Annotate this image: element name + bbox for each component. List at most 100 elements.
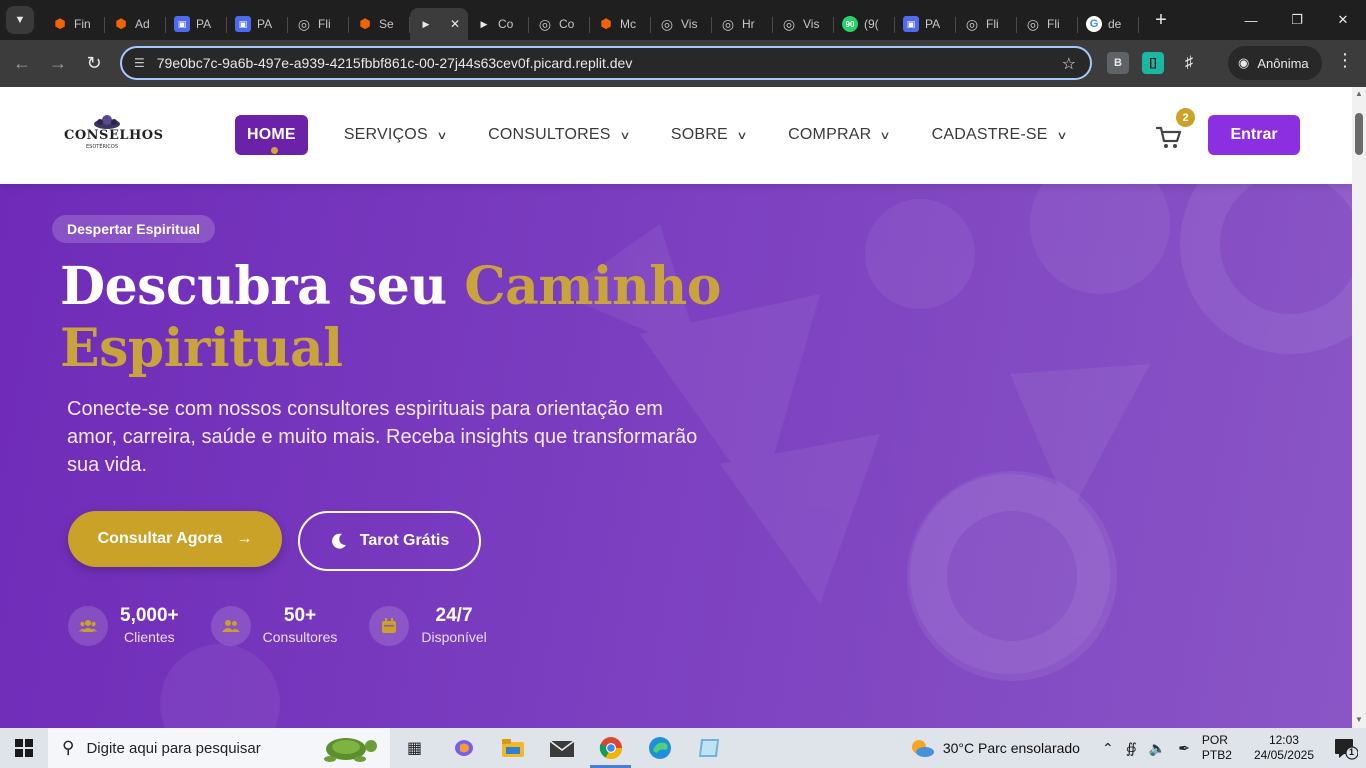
browser-tab[interactable]: ◎ Co <box>529 8 590 40</box>
tab-title: Co <box>559 17 575 31</box>
edge-taskbar-button[interactable] <box>635 728 684 768</box>
arrow-right-icon: → <box>236 530 253 547</box>
browser-tab[interactable]: ▶ ✕ <box>410 8 468 40</box>
site-icon: ▶ <box>422 18 430 29</box>
browser-tab[interactable]: ◎ Hr <box>712 8 773 40</box>
extension-bracket-icon[interactable]: [] <box>1142 52 1164 74</box>
forward-button[interactable]: → <box>40 46 76 82</box>
nav-item-label: CONSULTORES <box>488 126 611 143</box>
tab-title: PA <box>257 17 273 31</box>
mail-app-button[interactable] <box>537 728 586 768</box>
reload-button[interactable]: ↻ <box>76 46 112 82</box>
users-icon <box>68 606 108 646</box>
chrome-taskbar-button[interactable] <box>586 728 635 768</box>
page-scrollbar[interactable]: ▲ ▼ <box>1352 87 1366 728</box>
notification-count: 1 <box>1349 747 1355 757</box>
clock-date: 24/05/2025 <box>1253 748 1314 762</box>
profile-label: Anônima <box>1257 55 1309 71</box>
scroll-down-arrow-icon[interactable]: ▼ <box>1355 715 1363 724</box>
browser-tab[interactable]: ◎ Vis <box>651 8 712 40</box>
browser-menu-icon[interactable]: ⋮ <box>1336 50 1354 71</box>
login-button[interactable]: Entrar <box>1208 115 1300 155</box>
taskbar-search-placeholder: Digite aqui para pesquisar <box>86 739 261 757</box>
stat-label: Clientes <box>124 629 175 645</box>
nav-item-consultores[interactable]: CONSULTORES ∨ <box>488 115 631 155</box>
close-window-button[interactable]: ✕ <box>1320 0 1366 40</box>
taskbar-search-box[interactable]: ⚲ Digite aqui para pesquisar <box>48 728 390 768</box>
nav-item-sobre[interactable]: SOBRE ∨ <box>671 115 748 155</box>
volume-icon[interactable]: 🔈 <box>1149 740 1166 757</box>
chevron-down-icon: ∨ <box>879 129 892 142</box>
nav-item-label: HOME <box>247 126 296 143</box>
free-tarot-button[interactable]: Tarot Grátis <box>298 511 481 571</box>
copilot-icon <box>454 740 473 756</box>
browser-tab[interactable]: ⬢ Mc <box>590 8 651 40</box>
logo-subtext: ESOTÉRICOS <box>86 144 119 150</box>
task-view-icon: ▦ <box>406 740 423 757</box>
cart-icon[interactable] <box>1155 123 1183 151</box>
nav-item-servi-os[interactable]: SERVIÇOS ∨ <box>344 115 448 155</box>
notification-center-button[interactable]: 1 <box>1334 736 1359 760</box>
scrollbar-thumb[interactable] <box>1355 113 1363 155</box>
file-explorer-button[interactable] <box>488 728 537 768</box>
hero-title: Descubra seu Caminho Espiritual <box>60 256 760 380</box>
browser-tab[interactable]: ▣ PA <box>895 8 956 40</box>
tab-title: Vis <box>803 17 820 31</box>
new-tab-button[interactable]: + <box>1147 9 1175 32</box>
show-hidden-icons-chevron-icon[interactable]: ⌃ <box>1102 740 1114 757</box>
browser-tab[interactable]: Gde <box>1078 8 1139 40</box>
nav-item-comprar[interactable]: COMPRAR ∨ <box>788 115 892 155</box>
browser-tab[interactable]: ◎ Vis <box>773 8 834 40</box>
chevron-down-icon: ∨ <box>736 129 748 142</box>
clock[interactable]: 12:03 24/05/2025 <box>1254 733 1314 763</box>
pen-icon[interactable]: ✒ <box>1178 740 1190 757</box>
app-taskbar-button[interactable] <box>684 728 733 768</box>
restore-button[interactable]: ❐ <box>1274 0 1320 40</box>
tab-title: (9( <box>864 17 879 31</box>
hero-stats: 5,000+ Clientes 50+ Consultores 24/7 Disponív… <box>68 605 519 647</box>
tab-search-button[interactable]: ▼ <box>6 6 34 34</box>
copilot-button[interactable] <box>439 728 488 768</box>
tab-close-icon[interactable]: ✕ <box>450 17 460 31</box>
browser-tab[interactable]: ⬢ Se <box>349 8 410 40</box>
consult-now-button[interactable]: Consultar Agora → <box>68 511 282 567</box>
incognito-profile-button[interactable]: ◉ Anônima <box>1228 46 1322 80</box>
browser-tab[interactable]: ⬢ Fin <box>44 8 105 40</box>
weather-sun-cloud-icon <box>911 740 934 757</box>
network-icon[interactable]: ∯ <box>1126 740 1137 757</box>
browser-tab[interactable]: ◎ Fli <box>1017 8 1078 40</box>
address-bar[interactable]: ☰ 79e0bc7c-9a6b-497e-a939-4215fbbf861c-0… <box>120 46 1092 80</box>
browser-tab[interactable]: ▶ Co <box>468 8 529 40</box>
scroll-up-arrow-icon[interactable]: ▲ <box>1355 89 1363 98</box>
browser-tab[interactable]: ◎ Fli <box>956 8 1017 40</box>
stat-value: 24/7 <box>435 605 473 626</box>
stat-item: 50+ Consultores <box>210 605 337 647</box>
start-button[interactable] <box>0 728 48 768</box>
browser-tab[interactable]: ▣ PA <box>166 8 227 40</box>
browser-tab[interactable]: ◎ Fli <box>288 8 349 40</box>
chrome-icon <box>599 737 622 759</box>
hero-title-white: Descubra seu <box>60 256 465 317</box>
minimize-button[interactable]: — <box>1228 0 1274 40</box>
extensions-puzzle-icon[interactable]: ♯ <box>1178 52 1200 74</box>
bookmark-star-icon[interactable]: ☆ <box>1062 54 1076 74</box>
site-info-icon[interactable]: ☰ <box>134 56 145 70</box>
weather-widget[interactable]: 30°C Parc ensolarado <box>909 737 1080 759</box>
replit-icon: ⬢ <box>600 16 612 31</box>
nav-item-home[interactable]: HOME <box>235 115 308 155</box>
google-icon: G <box>1086 16 1102 32</box>
extension-b-icon[interactable]: B <box>1107 52 1129 74</box>
chevron-down-icon: ∨ <box>618 129 631 142</box>
site-logo[interactable]: CONSELHOS ESOTÉRICOS <box>64 113 164 159</box>
nav-item-label: COMPRAR <box>788 126 872 143</box>
app-icon: ▣ <box>903 16 919 32</box>
browser-tab[interactable]: ⬢ Ad <box>105 8 166 40</box>
browser-tab[interactable]: 90 (9( <box>834 8 895 40</box>
tab-title: de <box>1108 17 1122 31</box>
logo-text: CONSELHOS <box>64 128 164 143</box>
input-language[interactable]: POR PTB2 <box>1202 733 1232 763</box>
back-button[interactable]: ← <box>4 46 40 82</box>
task-view-button[interactable]: ▦ <box>390 728 439 768</box>
nav-item-cadastre-se[interactable]: CADASTRE-SE ∨ <box>932 115 1068 155</box>
browser-tab[interactable]: ▣ PA <box>227 8 288 40</box>
